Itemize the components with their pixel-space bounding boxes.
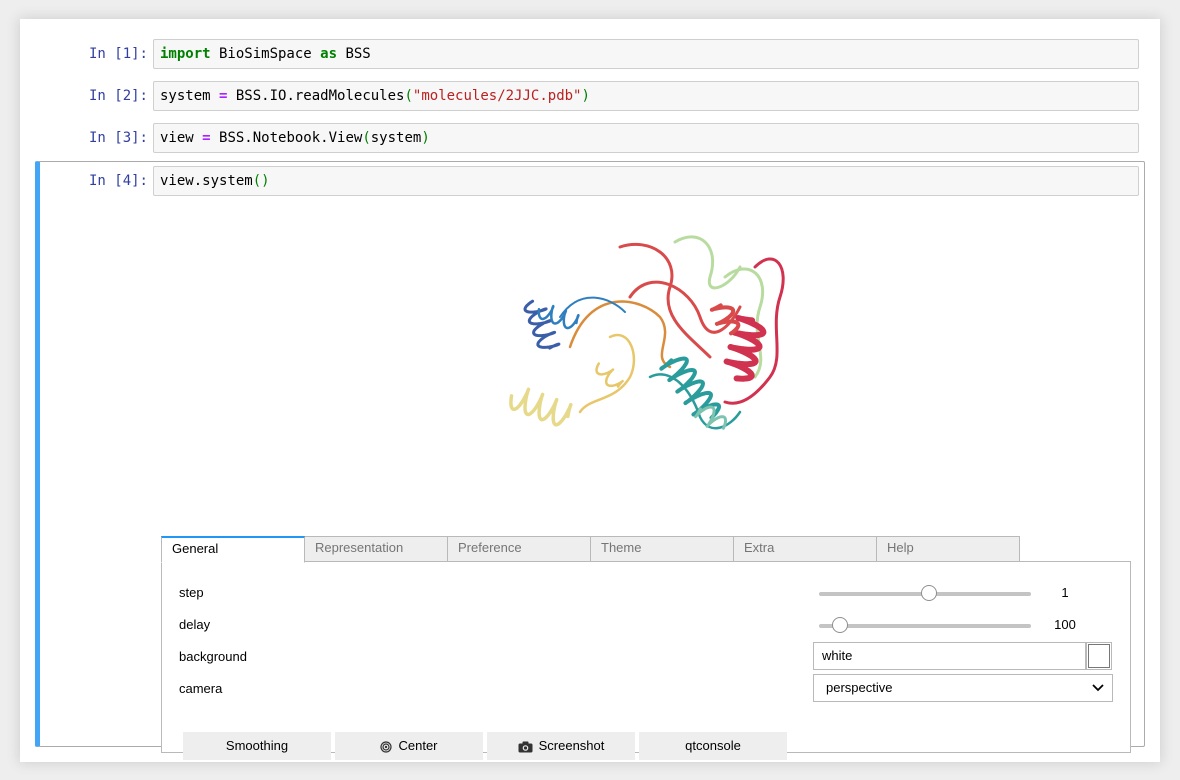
step-value: 1 [1061,585,1069,600]
smoothing-button[interactable]: Smoothing [183,732,331,760]
tab-bar: General Representation Preference Theme … [161,536,1021,563]
background-color-picker[interactable] [1086,642,1112,670]
step-slider-handle[interactable] [921,585,938,601]
molecule-viewer[interactable] [500,227,800,457]
camera-select-value: perspective [826,680,893,695]
chevron-down-icon [1092,684,1104,692]
code-cell-2[interactable]: In [2]: system = BSS.IO.readMolecules("m… [35,80,1145,112]
camera-icon [518,741,533,753]
center-button-label: Center [398,738,438,753]
background-label: background [179,649,247,664]
code-input[interactable]: system = BSS.IO.readMolecules("molecules… [153,81,1139,111]
delay-value: 100 [1054,617,1076,632]
qtconsole-button-label: qtconsole [685,738,741,753]
camera-label: camera [179,681,223,696]
code-input[interactable]: view.system() [153,166,1139,196]
ngl-control-widget: General Representation Preference Theme … [161,536,1131,760]
input-prompt: In [1]: [88,46,148,62]
input-prompt: In [4]: [88,173,148,189]
screenshot-button[interactable]: Screenshot [487,732,635,760]
delay-slider-handle[interactable] [832,617,849,633]
delay-slider[interactable] [819,617,1031,633]
tab-theme[interactable]: Theme [590,536,734,562]
center-button[interactable]: Center [335,732,483,760]
smoothing-button-label: Smoothing [225,738,289,753]
general-panel: step 1 delay 100 background white camera… [161,561,1131,760]
background-input[interactable]: white [813,642,1086,670]
tab-representation[interactable]: Representation [304,536,448,562]
step-label: step [179,585,204,600]
camera-select[interactable]: perspective [813,674,1113,702]
tab-extra[interactable]: Extra [733,536,877,562]
code-input[interactable]: view = BSS.Notebook.View(system) [153,123,1139,153]
tab-general[interactable]: General [161,536,305,563]
tab-help[interactable]: Help [876,536,1020,562]
code-cell-3[interactable]: In [3]: view = BSS.Notebook.View(system) [35,122,1145,154]
input-prompt: In [2]: [88,88,148,104]
tab-preference[interactable]: Preference [447,536,591,562]
screenshot-button-label: Screenshot [538,738,605,753]
delay-label: delay [179,617,211,632]
code-input[interactable]: import BioSimSpace as BSS [153,39,1139,69]
code-cell-4-selected[interactable]: In [4]: view.system() General Representa… [35,161,1145,760]
bullseye-icon [380,740,393,753]
code-cell-1[interactable]: In [1]: import BioSimSpace as BSS [35,38,1145,70]
step-slider[interactable] [819,585,1031,601]
input-prompt: In [3]: [88,130,148,146]
notebook-page: In [1]: import BioSimSpace as BSS In [2]… [20,19,1160,762]
qtconsole-button[interactable]: qtconsole [639,732,787,760]
